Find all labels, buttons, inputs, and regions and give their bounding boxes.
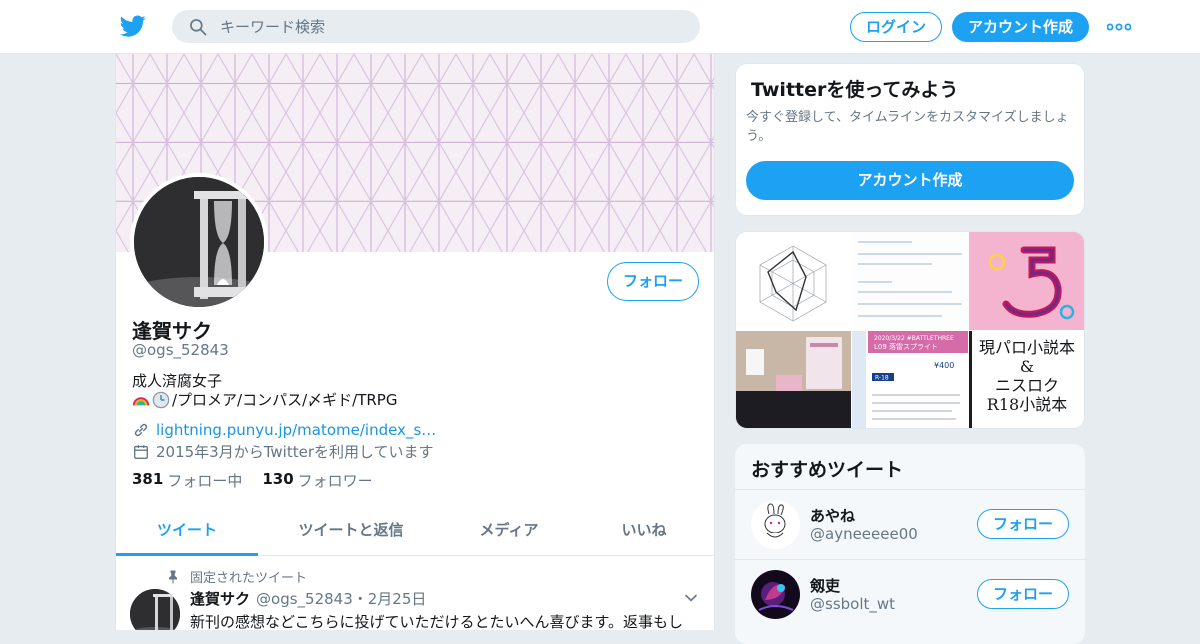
profile-avatar[interactable] [130, 173, 268, 311]
recommended-follow-button[interactable]: フォロー [977, 509, 1069, 539]
profile-bio-line2: /プロメア/コンパス/〆ギド/TRPG [132, 389, 397, 410]
rainbow-icon [132, 396, 150, 406]
profile-link-row: lightning.punyu.jp/matome/index_s… [132, 421, 436, 439]
profile-bio-line1: 成人済腐女子 [132, 372, 223, 390]
recommended-user-name[interactable]: あやね [810, 505, 855, 526]
recommended-user[interactable]: 剱吏 @ssbolt_wt フォロー [735, 559, 1085, 628]
followers-count[interactable]: 130 [262, 470, 293, 491]
profile-joined-row: 2015年3月からTwitterを利用しています [132, 441, 434, 462]
clock-icon [152, 391, 170, 408]
twitter-logo-icon[interactable] [120, 13, 146, 39]
media-tile-book-line1: 現パロ小説本 [979, 338, 1075, 357]
media-tile-event-rating: R-18 [875, 375, 889, 382]
tab-media[interactable]: メディア [444, 506, 574, 556]
media-tile-booth-photo[interactable] [736, 331, 851, 428]
search-icon [190, 19, 207, 36]
media-tile-radar[interactable] [736, 232, 851, 330]
recommended-title: おすすめツイート [751, 459, 904, 481]
search-box[interactable] [172, 10, 700, 43]
signup-card-title: Twitterを使ってみよう [751, 79, 959, 101]
media-tile-event-info[interactable]: 2020/3/22 #BATTLETHREE L09 落雷スプライト ¥400 … [852, 331, 968, 428]
signup-button[interactable]: アカウント作成 [952, 12, 1089, 42]
media-tile-event-line2: L09 落雷スプライト [874, 342, 938, 351]
recommended-user-handle[interactable]: @ssbolt_wt [810, 595, 895, 613]
tweet-text: 新刊の感想などこちらに投げていただけるとたいへん喜びます。返事もし [190, 613, 684, 630]
media-grid: 2020/3/22 #BATTLETHREE L09 落雷スプライト ¥400 … [735, 231, 1085, 429]
recommended-tweets: おすすめツイート あやね @ayneeeee00 フォロー 剱吏 @ssbolt… [735, 444, 1085, 644]
calendar-icon [134, 444, 148, 459]
tweet-meta[interactable]: @ogs_52843・2月25日 [256, 588, 426, 609]
profile-stats: 381 フォロー中 130 フォロワー [132, 470, 393, 491]
tab-tweets-and-replies[interactable]: ツイートと返信 [258, 506, 444, 556]
avatar[interactable] [751, 500, 800, 549]
media-tile-document[interactable] [852, 232, 968, 330]
followers-label[interactable]: フォロワー [298, 470, 373, 491]
signup-card: Twitterを使ってみよう 今すぐ登録して、タイムラインをカスタマイズしましょ… [735, 63, 1085, 216]
avatar[interactable] [751, 570, 800, 619]
media-tile-book-line3: ニスロク [995, 376, 1059, 395]
profile-link[interactable]: lightning.punyu.jp/matome/index_s… [156, 421, 436, 439]
signup-card-desc: 今すぐ登録して、タイムラインをカスタマイズしましょう。 [746, 110, 1069, 144]
media-tile-quilling[interactable] [969, 232, 1084, 330]
chevron-down-icon[interactable] [684, 591, 698, 605]
follow-button[interactable]: フォロー [607, 262, 699, 301]
pinned-indicator: 固定されたツイート [166, 567, 307, 586]
recommended-follow-button[interactable]: フォロー [977, 579, 1069, 609]
tweet-header: 逢賀サク @ogs_52843・2月25日 [190, 588, 426, 609]
pinned-label: 固定されたツイート [190, 571, 308, 586]
media-tile-event-line1: 2020/3/22 #BATTLETHREE [874, 335, 954, 342]
media-tile-book-list[interactable]: 現パロ小説本 & ニスロク R18小説本 [969, 331, 1084, 428]
signup-card-button[interactable]: アカウント作成 [746, 161, 1074, 200]
tweet-avatar[interactable] [130, 589, 180, 630]
recommended-user-name[interactable]: 剱吏 [810, 575, 840, 596]
media-tile-event-price: ¥400 [934, 361, 954, 370]
login-button[interactable]: ログイン [850, 12, 942, 42]
tweet-author-name[interactable]: 逢賀サク [190, 588, 250, 609]
pinned-tweet[interactable]: 固定されたツイート 逢賀サク @ogs_52843・2月25日 新刊の感想などこ… [116, 557, 714, 630]
profile-column: フォロー 逢賀サク @ogs_52843 成人済腐女子 /プロメア/コンパス/〆… [115, 54, 715, 630]
tab-tweets[interactable]: ツイート [116, 506, 258, 556]
link-icon [134, 423, 148, 437]
search-input[interactable] [220, 10, 680, 43]
recommended-user-handle[interactable]: @ayneeeee00 [810, 525, 918, 543]
top-bar: ログイン アカウント作成 [0, 0, 1200, 54]
media-tile-book-line4: R18小説本 [987, 395, 1067, 414]
media-tile-book-line2: & [1020, 357, 1034, 376]
pin-icon [169, 570, 177, 583]
tab-likes[interactable]: いいね [574, 506, 714, 556]
profile-handle: @ogs_52843 [132, 341, 229, 359]
profile-name: 逢賀サク [132, 319, 212, 343]
recommended-user[interactable]: あやね @ayneeeee00 フォロー [735, 489, 1085, 558]
profile-joined-text: 2015年3月からTwitterを利用しています [156, 443, 434, 461]
following-count[interactable]: 381 [132, 470, 163, 491]
more-icon[interactable] [1107, 22, 1131, 32]
profile-tabs: ツイート ツイートと返信 メディア いいね [116, 506, 714, 556]
following-label[interactable]: フォロー中 [167, 470, 242, 491]
profile-bio-text: /プロメア/コンパス/〆ギド/TRPG [172, 391, 398, 409]
